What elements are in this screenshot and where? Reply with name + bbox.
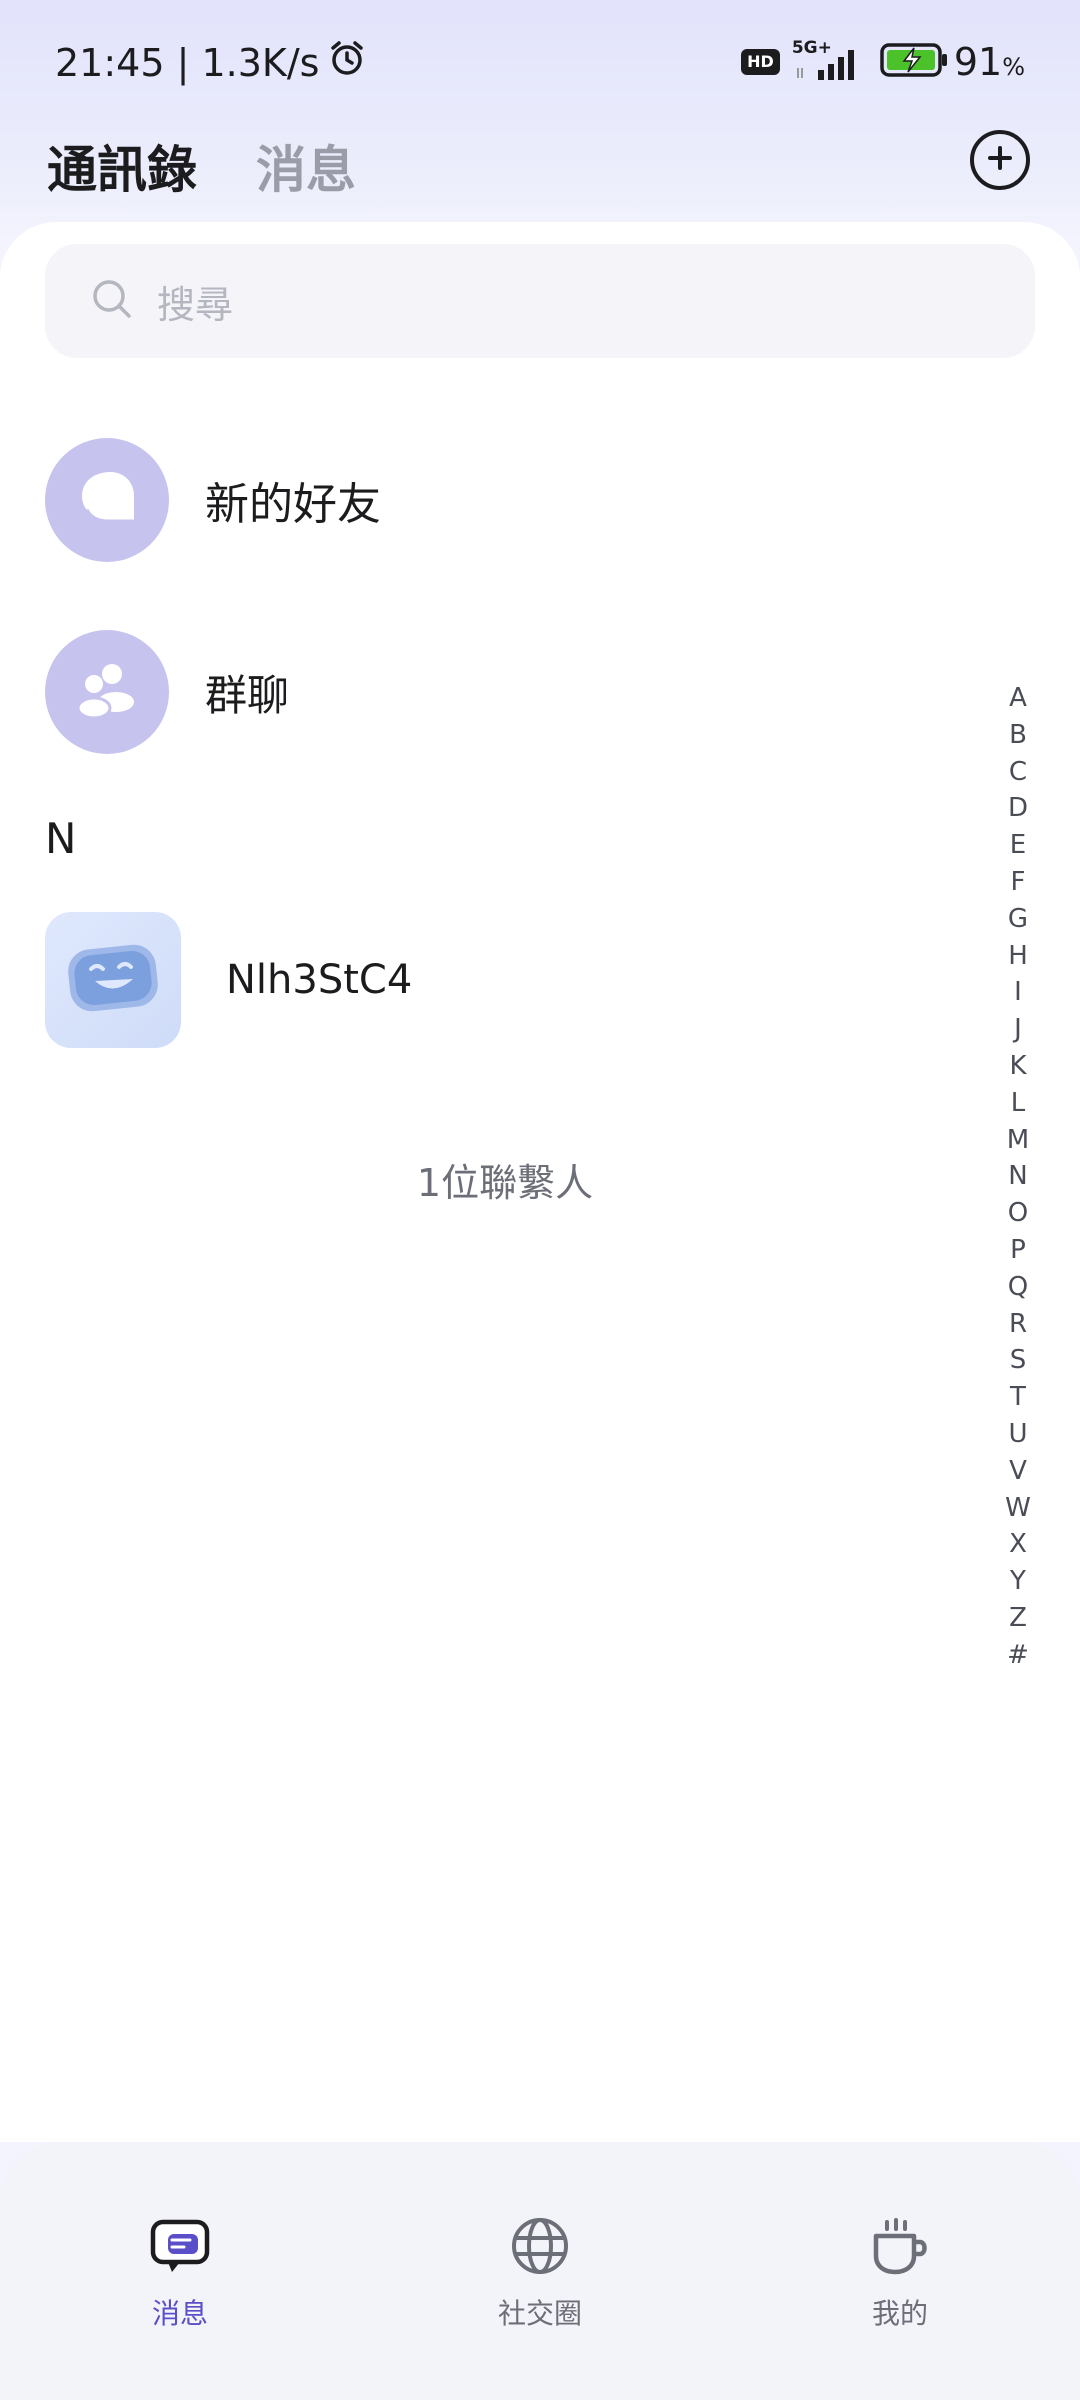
top-header: 通訊錄 消息 bbox=[0, 120, 1080, 220]
index-letter[interactable]: R bbox=[1009, 1306, 1027, 1343]
index-letter[interactable]: C bbox=[1009, 754, 1027, 791]
index-letter[interactable]: J bbox=[1014, 1011, 1022, 1048]
index-letter[interactable]: M bbox=[1007, 1122, 1029, 1159]
nav-social-label: 社交圈 bbox=[497, 2297, 582, 2330]
status-left: 21:45 | 1.3K/s bbox=[55, 38, 367, 87]
index-letter[interactable]: Z bbox=[1009, 1600, 1027, 1637]
battery: 91% bbox=[880, 40, 1025, 84]
index-letter[interactable]: N bbox=[1008, 1158, 1027, 1195]
search-placeholder: 搜尋 bbox=[157, 282, 234, 327]
index-letter[interactable]: S bbox=[1010, 1342, 1027, 1379]
index-letter[interactable]: D bbox=[1008, 790, 1028, 827]
search-icon bbox=[45, 278, 133, 324]
plus-icon bbox=[985, 143, 1015, 177]
section-header-n: N bbox=[45, 814, 77, 863]
contacts-sheet: 搜尋 新的好友 群聊 N Nlh3StC4 1位聯繫人 A B C D E F … bbox=[0, 222, 1080, 2142]
hd-badge: HD bbox=[741, 49, 780, 75]
alphabet-index[interactable]: A B C D E F G H I J K L M N O P Q R S T U V W X Y Z # bbox=[998, 680, 1038, 1674]
tab-messages[interactable]: 消息 bbox=[256, 130, 356, 202]
battery-percent: 91 bbox=[953, 40, 1003, 84]
index-letter[interactable]: W bbox=[1005, 1490, 1031, 1527]
index-letter[interactable]: V bbox=[1009, 1453, 1027, 1490]
contacts-screen: 21:45 | 1.3K/s HD 5G+ 91% 通訊錄 消息 搜尋 新的好友… bbox=[0, 0, 1080, 2400]
index-letter[interactable]: I bbox=[1014, 974, 1022, 1011]
group-chat-avatar bbox=[45, 630, 169, 754]
group-chat-entry[interactable]: 群聊 bbox=[45, 630, 289, 754]
search-bar[interactable]: 搜尋 bbox=[45, 244, 1035, 358]
new-friends-avatar bbox=[45, 438, 169, 562]
index-letter[interactable]: A bbox=[1009, 680, 1027, 717]
nav-messages[interactable]: 消息 bbox=[90, 2216, 270, 2332]
index-letter[interactable]: P bbox=[1010, 1232, 1026, 1269]
index-letter[interactable]: H bbox=[1008, 938, 1028, 975]
bottom-nav: 消息 社交圈 我的 bbox=[0, 2142, 1080, 2400]
new-friends-label: 新的好友 bbox=[205, 479, 381, 530]
group-icon bbox=[72, 658, 142, 726]
status-time-speed: 21:45 | 1.3K/s bbox=[55, 40, 320, 85]
status-right: HD 5G+ 91% bbox=[741, 38, 1025, 84]
index-letter[interactable]: # bbox=[1007, 1637, 1029, 1674]
group-chat-label: 群聊 bbox=[205, 670, 290, 720]
index-letter[interactable]: X bbox=[1009, 1526, 1027, 1563]
index-letter[interactable]: K bbox=[1009, 1048, 1026, 1085]
index-letter[interactable]: E bbox=[1010, 827, 1026, 864]
index-letter[interactable]: O bbox=[1008, 1195, 1028, 1232]
chat-bubble-icon bbox=[72, 466, 142, 534]
index-letter[interactable]: U bbox=[1008, 1416, 1027, 1453]
tab-contacts[interactable]: 通訊錄 bbox=[47, 130, 197, 202]
nav-messages-label: 消息 bbox=[151, 2297, 208, 2330]
signal-icon: 5G+ bbox=[792, 38, 868, 82]
index-letter[interactable]: Y bbox=[1010, 1563, 1026, 1600]
globe-icon bbox=[510, 2216, 570, 2280]
index-letter[interactable]: B bbox=[1009, 717, 1027, 754]
contact-avatar bbox=[45, 912, 181, 1048]
index-letter[interactable]: F bbox=[1011, 864, 1026, 901]
coffee-cup-icon bbox=[868, 2216, 932, 2280]
contact-name: Nlh3StC4 bbox=[226, 957, 413, 1003]
index-letter[interactable]: G bbox=[1008, 901, 1028, 938]
battery-unit: % bbox=[1002, 53, 1025, 81]
new-friends-entry[interactable]: 新的好友 bbox=[45, 438, 381, 562]
nav-me[interactable]: 我的 bbox=[810, 2216, 990, 2332]
index-letter[interactable]: L bbox=[1011, 1085, 1026, 1122]
chat-icon bbox=[148, 2216, 212, 2280]
add-button[interactable] bbox=[970, 130, 1030, 190]
nav-social[interactable]: 社交圈 bbox=[450, 2216, 630, 2332]
contact-count: 1位聯繫人 bbox=[416, 1161, 594, 1205]
index-letter[interactable]: T bbox=[1010, 1379, 1026, 1416]
status-bar: 21:45 | 1.3K/s HD 5G+ 91% bbox=[0, 0, 1080, 120]
nav-me-label: 我的 bbox=[871, 2297, 928, 2330]
smiley-avatar-icon bbox=[53, 923, 173, 1037]
battery-icon bbox=[880, 42, 950, 82]
contact-row[interactable]: Nlh3StC4 bbox=[45, 912, 412, 1048]
battery-level: 91% bbox=[954, 40, 1025, 84]
index-letter[interactable]: Q bbox=[1008, 1269, 1028, 1306]
alarm-icon bbox=[327, 38, 367, 87]
